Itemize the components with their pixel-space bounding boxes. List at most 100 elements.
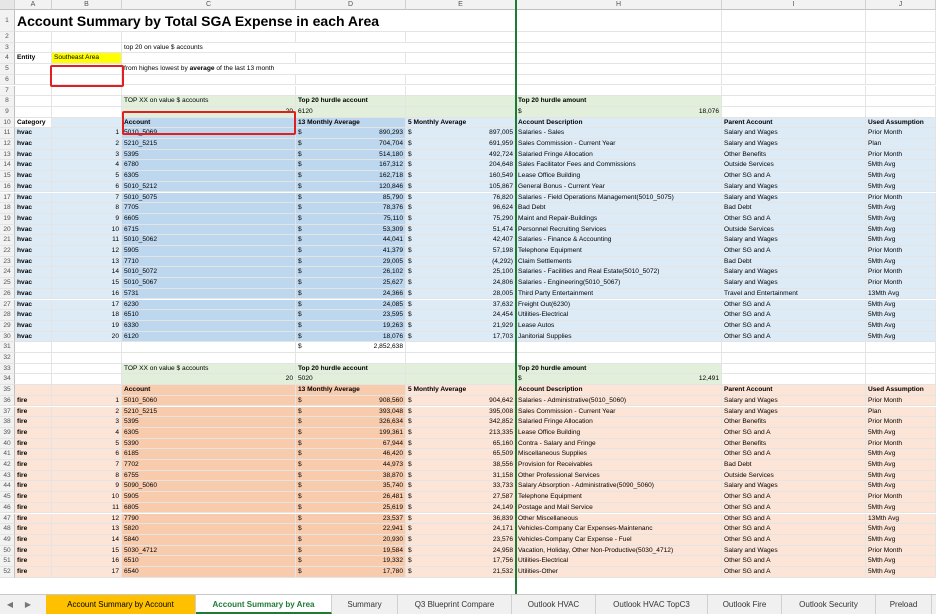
- empty-cell[interactable]: [722, 106, 866, 118]
- avg-13-month-cell[interactable]: $85,790: [296, 192, 406, 204]
- empty-cell[interactable]: [406, 85, 516, 97]
- row-number[interactable]: 11: [0, 128, 15, 139]
- row-number[interactable]: 18: [0, 203, 15, 214]
- category-cell[interactable]: hvac: [15, 288, 52, 300]
- row-number[interactable]: 52: [0, 567, 15, 578]
- category-cell[interactable]: hvac: [15, 246, 52, 257]
- row-number[interactable]: 2: [0, 32, 15, 43]
- empty-cell[interactable]: [866, 353, 936, 364]
- parent-account-cell[interactable]: Other SG and A: [722, 556, 866, 567]
- rank-cell[interactable]: 14: [52, 534, 122, 546]
- avg-13-month-cell[interactable]: $19,584: [296, 545, 406, 557]
- empty-cell[interactable]: [296, 32, 406, 43]
- used-assumption-cell[interactable]: 5Mth Avg: [866, 331, 936, 343]
- avg-5-month-cell[interactable]: $17,703: [406, 331, 516, 343]
- category-cell[interactable]: fire: [15, 395, 52, 407]
- category-cell[interactable]: fire: [15, 460, 52, 471]
- row-number[interactable]: 12: [0, 139, 15, 150]
- avg-5-month-cell[interactable]: $897,005: [406, 128, 516, 139]
- parent-account-cell[interactable]: Salary and Wages: [722, 481, 866, 493]
- account-description-cell[interactable]: Vacation, Holiday, Other Non-Productive(…: [516, 545, 722, 557]
- avg-13-month-cell[interactable]: $44,973: [296, 460, 406, 471]
- empty-cell[interactable]: [406, 74, 516, 86]
- avg-5-month-cell[interactable]: $33,733: [406, 481, 516, 493]
- account-description-cell[interactable]: Claim Settlements: [516, 256, 722, 268]
- empty-cell[interactable]: [122, 342, 296, 353]
- category-cell[interactable]: hvac: [15, 224, 52, 236]
- empty-cell[interactable]: [722, 32, 866, 43]
- parent-account-cell[interactable]: Other SG and A: [722, 171, 866, 182]
- avg-5-month-cell[interactable]: $76,820: [406, 192, 516, 204]
- empty-cell[interactable]: [406, 42, 516, 54]
- avg-13-month-cell[interactable]: $25,619: [296, 502, 406, 514]
- avg-13-month-cell[interactable]: $514,180: [296, 149, 406, 161]
- avg-13-month-cell[interactable]: $53,309: [296, 224, 406, 236]
- rank-cell[interactable]: 13: [52, 256, 122, 268]
- avg-5-month-cell[interactable]: $395,008: [406, 406, 516, 418]
- account-description-cell[interactable]: Salary Absorption - Administrative(5090_…: [516, 481, 722, 493]
- account-cell[interactable]: 5905: [122, 246, 296, 257]
- header-account-description[interactable]: Account Description: [516, 385, 722, 396]
- account-description-cell[interactable]: Utilities-Electrical: [516, 310, 722, 321]
- empty-cell[interactable]: [722, 64, 866, 75]
- avg-13-month-cell[interactable]: $908,560: [296, 395, 406, 407]
- used-assumption-cell[interactable]: Prior Month: [866, 395, 936, 407]
- row-number[interactable]: 14: [0, 160, 15, 172]
- avg-13-month-cell[interactable]: $18,076: [296, 331, 406, 343]
- note-top-accounts[interactable]: top 20 on value $ accounts: [122, 42, 422, 54]
- category-cell[interactable]: fire: [15, 524, 52, 535]
- parent-account-cell[interactable]: Salary and Wages: [722, 406, 866, 418]
- parent-account-cell[interactable]: Outside Services: [722, 470, 866, 482]
- parent-account-cell[interactable]: Other SG and A: [722, 310, 866, 321]
- avg-13-month-cell[interactable]: $25,627: [296, 278, 406, 289]
- avg-13-month-cell[interactable]: $23,595: [296, 310, 406, 321]
- select-all-corner[interactable]: [0, 0, 15, 10]
- account-cell[interactable]: 5395: [122, 417, 296, 428]
- empty-cell[interactable]: [296, 74, 406, 86]
- avg-5-month-cell[interactable]: $21,929: [406, 320, 516, 332]
- category-cell[interactable]: fire: [15, 438, 52, 450]
- account-cell[interactable]: 6305: [122, 427, 296, 439]
- row-number[interactable]: 50: [0, 545, 15, 557]
- column-header-j[interactable]: J: [866, 0, 936, 10]
- used-assumption-cell[interactable]: 5Mth Avg: [866, 481, 936, 493]
- account-description-cell[interactable]: Utilities-Other: [516, 567, 722, 578]
- avg-13-month-cell[interactable]: $41,379: [296, 246, 406, 257]
- sheet-tab-preload[interactable]: Preload: [876, 595, 932, 614]
- empty-cell[interactable]: [296, 353, 406, 364]
- rank-cell[interactable]: 11: [52, 235, 122, 246]
- parent-account-cell[interactable]: Other SG and A: [722, 492, 866, 503]
- category-cell[interactable]: fire: [15, 545, 52, 557]
- account-cell[interactable]: 5210_5215: [122, 139, 296, 150]
- entity-value-cell[interactable]: Southeast Area: [52, 53, 122, 65]
- row-number[interactable]: 34: [0, 374, 15, 386]
- empty-cell[interactable]: [866, 42, 936, 54]
- used-assumption-cell[interactable]: Prior Month: [866, 267, 936, 279]
- avg-5-month-cell[interactable]: $28,005: [406, 288, 516, 300]
- avg-13-month-cell[interactable]: $890,293: [296, 128, 406, 139]
- category-cell[interactable]: hvac: [15, 256, 52, 268]
- avg-5-month-cell[interactable]: $24,454: [406, 310, 516, 321]
- account-description-cell[interactable]: Provision for Receivables: [516, 460, 722, 471]
- account-cell[interactable]: 6805: [122, 502, 296, 514]
- header-account[interactable]: Account: [122, 117, 296, 129]
- empty-cell[interactable]: [406, 353, 516, 364]
- account-description-cell[interactable]: Lease Autos: [516, 320, 722, 332]
- parent-account-cell[interactable]: Salary and Wages: [722, 181, 866, 193]
- account-description-cell[interactable]: Lease Office Building: [516, 171, 722, 182]
- avg-13-month-cell[interactable]: $24,366: [296, 288, 406, 300]
- avg-5-month-cell[interactable]: $25,100: [406, 267, 516, 279]
- rank-cell[interactable]: 18: [52, 310, 122, 321]
- account-cell[interactable]: 5905: [122, 492, 296, 503]
- account-cell[interactable]: 6330: [122, 320, 296, 332]
- category-cell[interactable]: fire: [15, 567, 52, 578]
- empty-cell[interactable]: [406, 64, 516, 75]
- empty-cell[interactable]: [15, 74, 52, 86]
- parent-account-cell[interactable]: Other SG and A: [722, 534, 866, 546]
- empty-cell[interactable]: [52, 342, 122, 353]
- empty-cell[interactable]: [52, 106, 122, 118]
- category-cell[interactable]: fire: [15, 492, 52, 503]
- parent-account-cell[interactable]: Other SG and A: [722, 502, 866, 514]
- empty-cell[interactable]: [15, 85, 52, 97]
- category-cell[interactable]: hvac: [15, 128, 52, 139]
